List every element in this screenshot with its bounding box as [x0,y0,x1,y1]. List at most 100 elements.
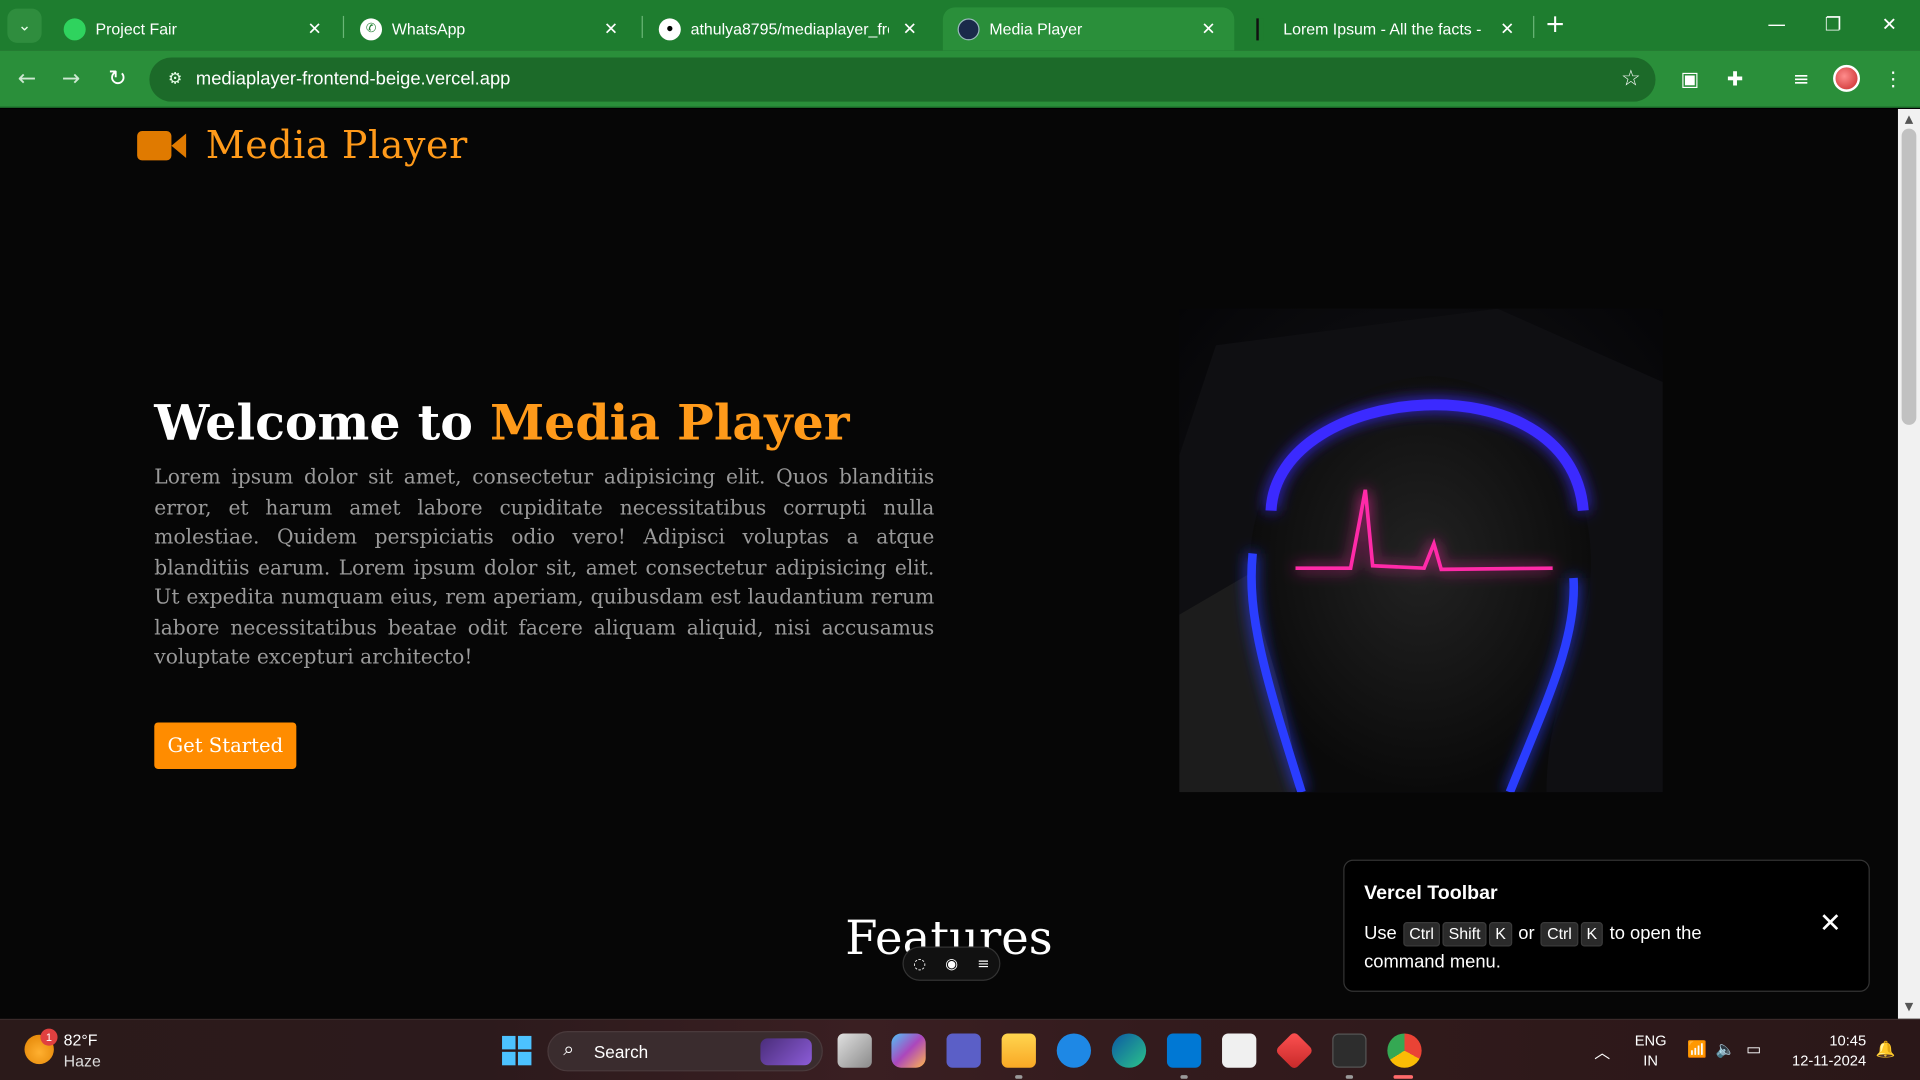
close-icon[interactable]: ✕ [600,18,622,39]
battery-icon[interactable]: ▭ [1746,1040,1761,1060]
scroll-thumb[interactable] [1901,128,1917,425]
close-icon[interactable]: ✕ [304,18,326,39]
extensions-icon[interactable]: ✚ [1719,64,1751,96]
file-explorer-icon[interactable] [1001,1033,1036,1068]
navbar-brand[interactable]: Media Player [137,124,468,168]
lipsum-favicon-icon [1256,17,1264,40]
kbd-shift: Shift [1442,922,1487,947]
chrome-icon[interactable] [1387,1033,1422,1068]
address-bar[interactable]: ⚙ mediaplayer-frontend-beige.vercel.app … [149,57,1656,102]
video-camera-icon [137,129,188,163]
tab-title: WhatsApp [391,19,466,38]
hero-title: Welcome to Media Player [154,394,849,452]
hero-title-accent: Media Player [489,394,850,452]
close-icon[interactable]: ✕ [899,18,921,39]
web-page: Media Player Welcome to Media Player Lor… [0,108,1898,1019]
minimize-icon[interactable]: — [1749,7,1805,41]
microsoft-store-icon[interactable] [1222,1033,1257,1068]
toast-message: Use Ctrl Shift K or Ctrl K to open the comm… [1364,920,1780,976]
tab-title: Project Fair [95,19,177,38]
get-help-icon[interactable] [1056,1033,1092,1068]
tab-media-player[interactable]: Media Player ✕ [942,7,1235,51]
terminal-icon[interactable] [1332,1033,1367,1068]
eye-icon[interactable]: ◉ [945,955,958,972]
toast-text: or [1518,923,1535,945]
git-app-icon[interactable] [1274,1031,1314,1071]
tab-github[interactable]: ● athulya8795/mediaplayer_fronte ✕ [644,7,935,50]
clock-time: 10:45 [1829,1032,1867,1050]
headphones-heartbeat-image [1179,308,1663,793]
volume-icon[interactable]: 🔈 [1716,1040,1736,1060]
vercel-toolbar-toast: Vercel Toolbar Use Ctrl Shift K or Ctrl K t… [1343,859,1870,992]
get-started-button[interactable]: Get Started [154,722,297,769]
close-icon[interactable]: ✕ [1198,18,1220,39]
weather-temperature[interactable]: 82°F [64,1031,98,1049]
app-running-indicator [1180,1075,1188,1079]
profile-avatar[interactable] [1833,64,1861,92]
close-window-icon[interactable]: ✕ [1861,7,1917,41]
search-highlight-image [760,1038,812,1066]
whatsapp-icon: ✆ [360,17,383,40]
tab-search-chevron-icon[interactable]: ⌄ [7,8,42,43]
tab-strip: ⌄ Project Fair ✕ ✆ WhatsApp ✕ ● athulya8… [0,0,1920,51]
windows-taskbar: 1 82°F Haze ⌕ Search ︿ ENG IN 📶 🔈 ▭ 10:4… [0,1018,1920,1080]
close-icon[interactable]: ✕ [1819,907,1842,939]
copilot-icon[interactable] [891,1033,926,1068]
reload-icon[interactable]: ↻ [100,62,134,96]
wifi-icon[interactable]: 📶 [1687,1040,1707,1060]
tab-title: Lorem Ipsum - All the facts - Lip [1283,19,1487,38]
toast-title: Vercel Toolbar [1364,882,1498,904]
tab-project-fair[interactable]: Project Fair ✕ [49,7,340,50]
vertical-scrollbar[interactable]: ▲ ▼ [1897,108,1920,1019]
task-view-icon[interactable] [837,1033,872,1068]
windows-start-icon[interactable] [502,1035,532,1066]
search-icon: ⌕ [563,1039,575,1061]
language-indicator[interactable]: ENG IN [1635,1031,1667,1070]
kbd-ctrl: Ctrl [1403,922,1441,947]
region-code: IN [1643,1051,1658,1069]
brand-name: Media Player [205,123,468,168]
notification-bell-icon[interactable]: 🔔 [1876,1040,1896,1060]
weather-condition[interactable]: Haze [64,1052,101,1070]
clock-date: 12-11-2024 [1792,1051,1867,1069]
comment-icon[interactable]: ◌ [913,955,926,972]
media-player-favicon-icon [957,17,980,40]
more-menu-icon[interactable]: ⋮ [1877,64,1909,96]
tab-lorem-ipsum[interactable]: Lorem Ipsum - All the facts - Lip ✕ [1242,7,1533,50]
restore-icon[interactable]: ❐ [1805,7,1861,41]
forward-arrow-icon[interactable]: → [54,62,88,96]
search-label: Search [593,1042,649,1062]
edge-icon[interactable] [1111,1033,1147,1068]
tab-whatsapp[interactable]: ✆ WhatsApp ✕ [345,7,636,50]
show-hidden-icons-chevron-icon[interactable]: ︿ [1594,1040,1610,1063]
tab-separator [1533,15,1535,38]
back-arrow-icon[interactable]: ← [10,62,44,96]
weather-badge: 1 [40,1028,58,1046]
scroll-up-arrow-icon[interactable]: ▲ [1903,114,1915,126]
system-clock[interactable]: 10:45 12-11-2024 [1785,1031,1866,1070]
project-fair-favicon-icon [63,17,86,40]
tab-title: Media Player [989,19,1083,38]
kbd-k: K [1580,922,1604,947]
hero-title-prefix: Welcome to [154,394,473,452]
media-controls-icon[interactable]: ≡ [1785,64,1817,96]
new-tab-plus-icon[interactable]: + [1540,10,1569,39]
close-icon[interactable]: ✕ [1496,18,1518,39]
bookmark-star-icon[interactable]: ☆ [1621,66,1641,92]
menu-icon[interactable]: ≡ [977,955,989,972]
browser-toolbar: ← → ↻ ⚙ mediaplayer-frontend-beige.verce… [0,50,1920,108]
tab-separator [641,15,643,38]
scroll-down-arrow-icon[interactable]: ▼ [1903,1002,1915,1014]
screen-capture-icon[interactable]: ▣ [1674,64,1706,96]
vercel-mini-toolbar[interactable]: ◌ ◉ ≡ [902,946,1001,981]
kbd-ctrl: Ctrl [1540,922,1578,947]
language-code: ENG [1634,1032,1667,1050]
teams-icon[interactable] [946,1033,981,1068]
vscode-icon[interactable] [1166,1033,1202,1068]
app-active-indicator [1393,1075,1414,1079]
url-text[interactable]: mediaplayer-frontend-beige.vercel.app [196,69,510,90]
taskbar-search[interactable]: ⌕ Search [547,1031,823,1072]
site-info-icon[interactable]: ⚙ [164,69,186,91]
app-running-indicator [1015,1075,1023,1079]
tab-separator [342,15,345,38]
